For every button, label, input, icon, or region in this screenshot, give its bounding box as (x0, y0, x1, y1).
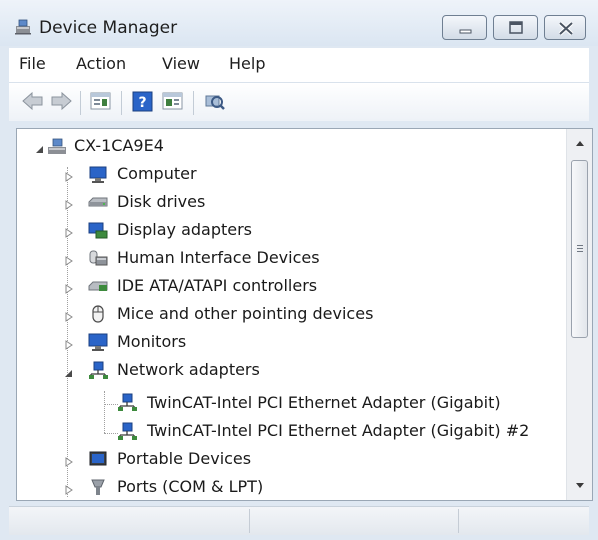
device-tree[interactable]: CX-1CA9E4 Computer Disk drives Display a… (16, 128, 593, 501)
tree-item-label[interactable]: Monitors (117, 332, 186, 351)
expand-arrow-icon[interactable] (63, 456, 75, 468)
thumb-grip (577, 248, 583, 249)
thumb-grip (577, 251, 583, 252)
window-title: Device Manager (39, 18, 178, 38)
tree-item-label[interactable]: Human Interface Devices (117, 248, 320, 267)
expand-arrow-icon[interactable] (63, 339, 75, 351)
computer-root-icon (48, 138, 66, 154)
port-icon (91, 479, 105, 495)
network-adapter-icon (89, 361, 108, 379)
tree-item-label[interactable]: Network adapters (117, 360, 260, 379)
expand-arrow-icon[interactable] (63, 199, 75, 211)
close-button[interactable] (544, 15, 586, 40)
tree-root-label[interactable]: CX-1CA9E4 (74, 136, 164, 155)
minimize-icon (459, 29, 472, 34)
tree-item-label[interactable]: Display adapters (117, 220, 252, 239)
tree-item-label[interactable]: Computer (117, 164, 197, 183)
device-manager-app-icon (15, 19, 31, 35)
collapse-arrow-icon[interactable] (34, 143, 46, 155)
maximize-icon (509, 21, 523, 34)
expand-arrow-icon[interactable] (63, 171, 75, 183)
network-adapter-icon (118, 393, 137, 411)
expand-arrow-icon[interactable] (63, 311, 75, 323)
properties-icon[interactable] (89, 90, 113, 112)
forward-arrow-icon[interactable] (49, 90, 73, 112)
expand-arrow-icon[interactable] (63, 283, 75, 295)
status-bar (9, 506, 589, 535)
tree-child-label[interactable]: TwinCAT-Intel PCI Ethernet Adapter (Giga… (147, 421, 529, 440)
tree-item-label[interactable]: Disk drives (117, 192, 205, 211)
help-icon[interactable]: ? (131, 90, 155, 112)
disk-drive-icon (88, 197, 108, 207)
expand-arrow-icon[interactable] (63, 255, 75, 267)
svg-text:?: ? (138, 95, 146, 111)
minimize-button[interactable] (442, 15, 487, 40)
hid-icon (89, 250, 108, 266)
collapse-arrow-icon[interactable] (63, 367, 75, 379)
monitor-icon (88, 333, 108, 351)
menu-action[interactable]: Action (76, 54, 126, 73)
title-bar[interactable]: Device Manager (0, 0, 598, 46)
tree-item-label[interactable]: Mice and other pointing devices (117, 304, 373, 323)
status-separator (458, 509, 459, 533)
menu-help[interactable]: Help (229, 54, 265, 73)
update-driver-icon[interactable] (161, 90, 185, 112)
scroll-up-arrow-icon[interactable] (576, 140, 584, 148)
thumb-grip (577, 245, 583, 246)
tree-item-label[interactable]: Ports (COM & LPT) (117, 477, 263, 496)
toolbar-separator (121, 91, 122, 115)
expand-arrow-icon[interactable] (63, 227, 75, 239)
close-icon (558, 21, 574, 36)
status-separator (249, 509, 250, 533)
network-adapter-icon (118, 422, 137, 440)
toolbar-separator (80, 91, 81, 115)
device-manager-window: Device Manager File Action View Help ? C… (0, 0, 598, 540)
menu-bar: File Action View Help (9, 48, 589, 83)
tree-line (67, 167, 68, 497)
expand-arrow-icon[interactable] (63, 484, 75, 496)
toolbar-separator (193, 91, 194, 115)
computer-icon (89, 166, 107, 183)
menu-view[interactable]: View (162, 54, 200, 73)
tree-line (104, 391, 105, 433)
ide-controller-icon (88, 281, 108, 291)
vertical-scrollbar[interactable] (566, 129, 592, 500)
mouse-icon (92, 305, 104, 323)
tree-item-label[interactable]: IDE ATA/ATAPI controllers (117, 276, 317, 295)
scan-hardware-icon[interactable] (203, 90, 227, 112)
tree-child-label[interactable]: TwinCAT-Intel PCI Ethernet Adapter (Giga… (147, 393, 501, 412)
menu-file[interactable]: File (19, 54, 46, 73)
toolbar: ? (9, 83, 589, 121)
maximize-button[interactable] (493, 15, 538, 40)
back-arrow-icon[interactable] (21, 90, 45, 112)
tree-item-label[interactable]: Portable Devices (117, 449, 251, 468)
display-adapter-icon (88, 222, 108, 239)
portable-device-icon (89, 451, 107, 466)
scroll-down-arrow-icon[interactable] (576, 481, 584, 489)
scrollbar-thumb[interactable] (571, 160, 588, 338)
